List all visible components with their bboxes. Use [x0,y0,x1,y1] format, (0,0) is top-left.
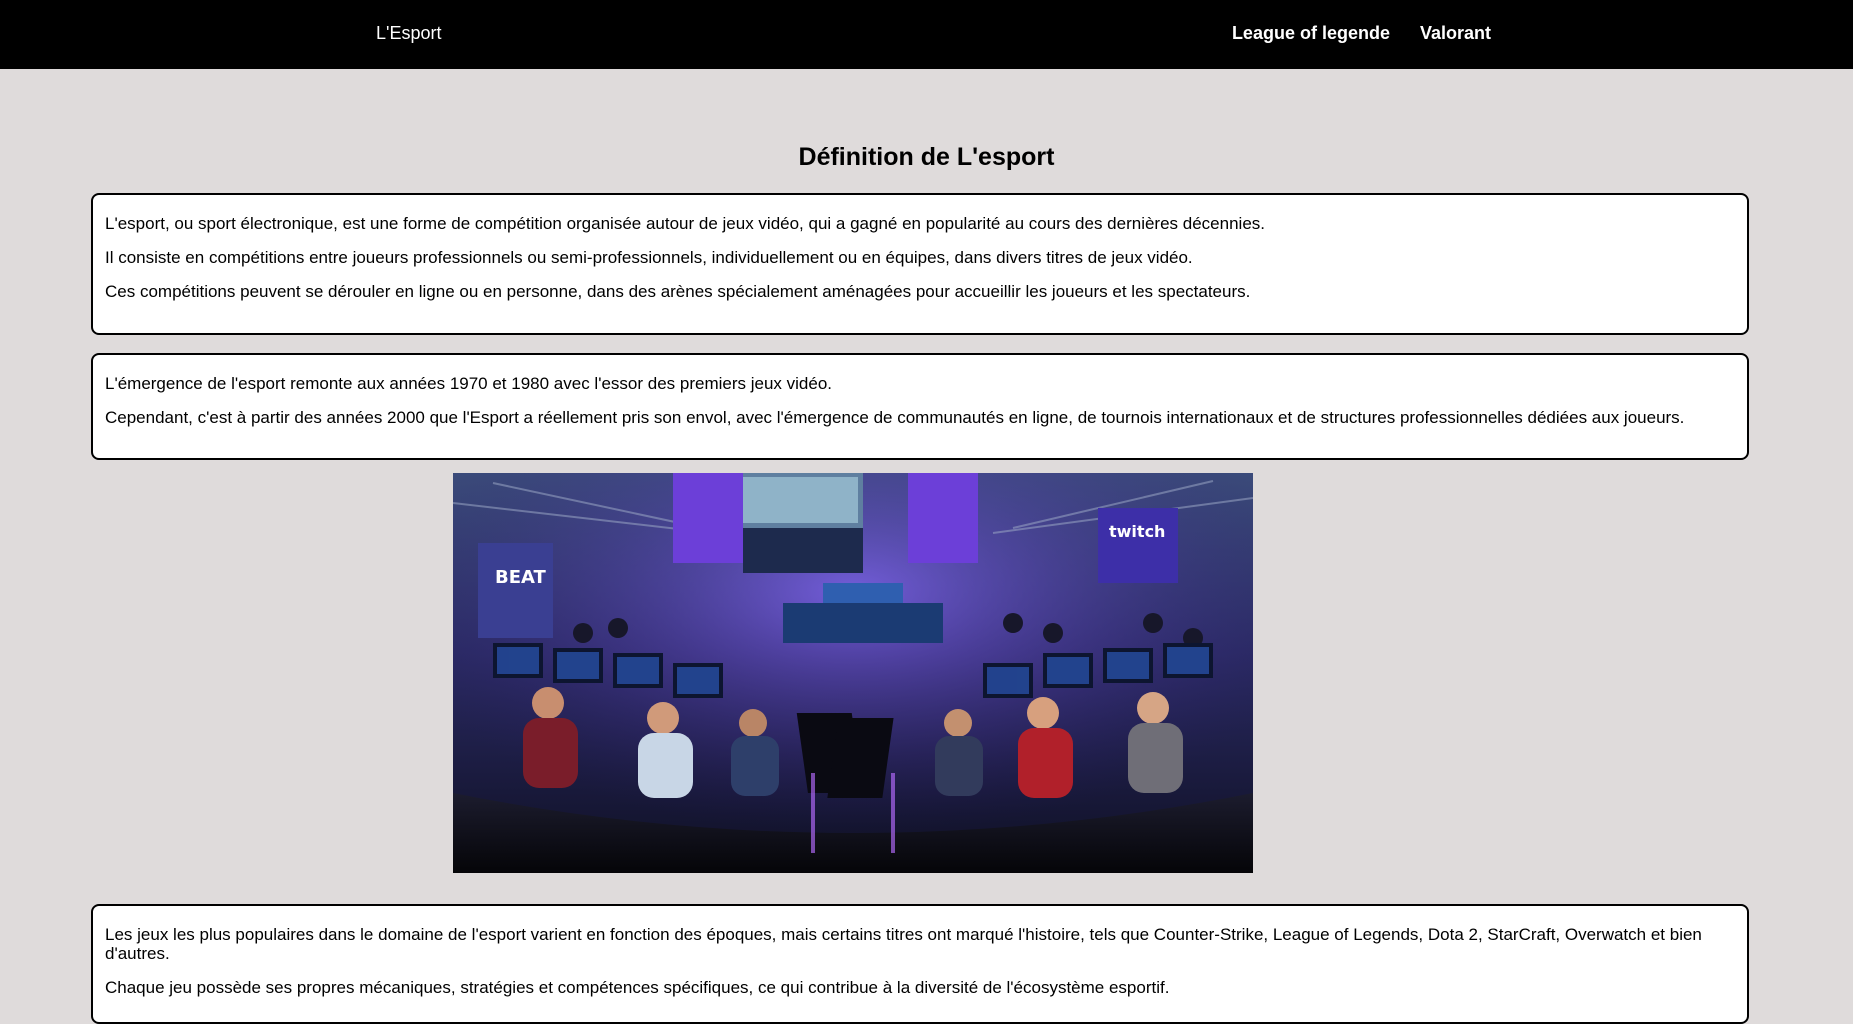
nav-link-league-of-legends[interactable]: League of legende [1232,23,1390,44]
nav-link-valorant[interactable]: Valorant [1420,23,1491,44]
paragraph: Il consiste en compétitions entre joueur… [105,248,1193,267]
top-navigation-bar: L'Esport League of legende Valorant [0,0,1853,69]
paragraph: L'esport, ou sport électronique, est une… [105,214,1265,233]
brand-link[interactable]: L'Esport [376,23,441,44]
esport-arena-photo: BEAT twitch [453,473,1253,873]
twitch-sign: twitch [1109,522,1165,541]
definition-card: L'esport, ou sport électronique, est une… [91,193,1749,335]
paragraph: Cependant, c'est à partir des années 200… [105,408,1685,427]
paragraph: Chaque jeu possède ses propres mécanique… [105,978,1170,997]
paragraph: Ces compétitions peuvent se dérouler en … [105,282,1251,301]
paragraph: Les jeux les plus populaires dans le dom… [105,925,1702,963]
popular-games-card: Les jeux les plus populaires dans le dom… [91,904,1749,1024]
page-title: Définition de L'esport [798,143,1055,171]
paragraph: L'émergence de l'esport remonte aux anné… [105,374,832,393]
main-nav: League of legende Valorant [1232,23,1491,44]
beat-sign: BEAT [495,567,547,588]
history-card: L'émergence de l'esport remonte aux anné… [91,353,1749,460]
